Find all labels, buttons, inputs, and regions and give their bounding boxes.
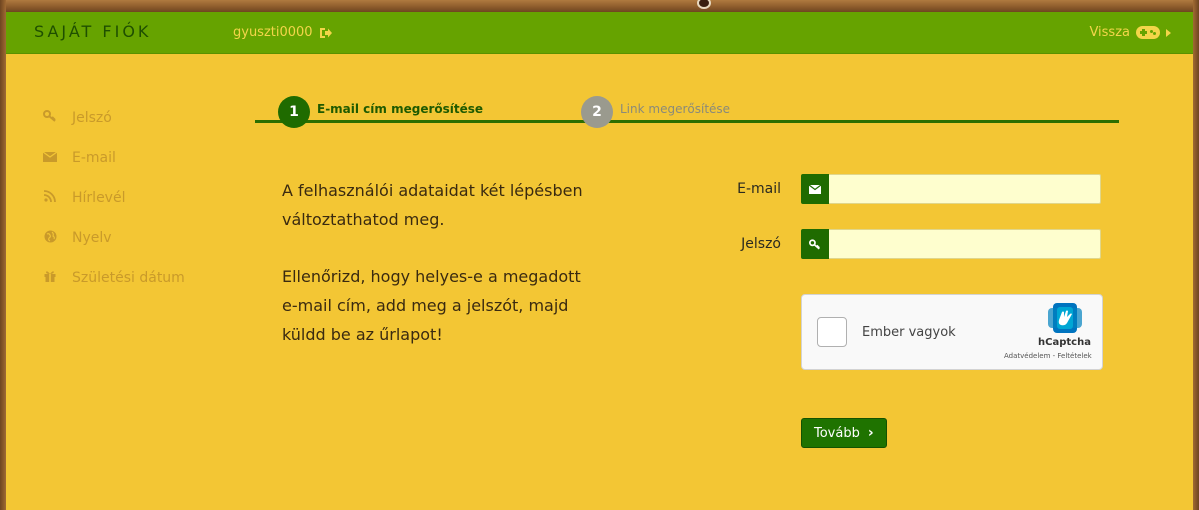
intro-paragraph: A felhasználói adataidat két lépésben vá… xyxy=(282,181,583,229)
step-number: 1 xyxy=(278,96,310,128)
sidebar-item-label: Hírlevél xyxy=(72,190,126,206)
password-label: Jelszó xyxy=(741,236,781,252)
hcaptcha-widget: Ember vagyok hCaptcha Adatvédelem - Felt… xyxy=(801,294,1103,370)
back-link[interactable]: Vissza xyxy=(1089,25,1171,40)
globe-icon xyxy=(42,230,58,247)
next-button[interactable]: Tovább › xyxy=(801,418,887,448)
email-row: E-mail xyxy=(711,174,1101,204)
sidebar-item-label: Jelszó xyxy=(72,110,112,126)
sidebar-item-email[interactable]: E-mail xyxy=(42,138,185,178)
intro-text: A felhasználói adataidat két lépésben vá… xyxy=(282,176,592,349)
user-link[interactable]: gyuszti0000 xyxy=(233,25,333,40)
step-2: 2 Link megerősítése xyxy=(581,96,730,128)
captcha-links[interactable]: Adatvédelem - Feltételek xyxy=(1004,352,1092,360)
sidebar-item-label: E-mail xyxy=(72,150,116,166)
sidebar-item-birthdate[interactable]: Születési dátum xyxy=(42,258,185,298)
envelope-icon xyxy=(801,174,829,204)
password-input-group xyxy=(801,229,1101,259)
key-icon xyxy=(801,229,829,259)
password-field[interactable] xyxy=(829,229,1101,259)
caret-right-icon xyxy=(1166,28,1171,37)
top-bar: SAJÁT FIÓK gyuszti0000 Vissza xyxy=(6,12,1193,54)
sidebar: Jelszó E-mail Hírlevél Nyelv Születési d… xyxy=(42,98,185,298)
captcha-brand: hCaptcha xyxy=(1038,337,1091,348)
gift-icon xyxy=(42,270,58,286)
envelope-icon xyxy=(42,150,58,166)
rss-icon xyxy=(42,190,58,206)
email-label: E-mail xyxy=(737,181,781,197)
email-input-group xyxy=(801,174,1101,204)
gamepad-icon xyxy=(1136,26,1160,39)
wood-frame-right xyxy=(1193,0,1199,510)
captcha-checkbox[interactable] xyxy=(817,317,847,347)
logout-icon[interactable] xyxy=(319,27,333,39)
username: gyuszti0000 xyxy=(233,25,313,40)
account-panel: SAJÁT FIÓK gyuszti0000 Vissza Jelszó E-m… xyxy=(6,12,1193,510)
next-button-label: Tovább xyxy=(814,425,860,441)
sidebar-item-label: Nyelv xyxy=(72,230,112,246)
step-1: 1 E-mail cím megerősítése xyxy=(278,96,483,128)
step-label: E-mail cím megerősítése xyxy=(317,102,484,116)
chevron-right-icon: › xyxy=(867,425,874,441)
hcaptcha-logo-icon xyxy=(1048,303,1082,333)
wood-frame-top xyxy=(0,0,1199,12)
step-indicator: 1 E-mail cím megerősítése 2 Link megerős… xyxy=(255,96,1119,128)
captcha-label: Ember vagyok xyxy=(862,325,956,340)
key-icon xyxy=(42,110,58,126)
intro-paragraph: Ellenőrizd, hogy helyes-e a megadott e-m… xyxy=(282,267,581,344)
password-row: Jelszó xyxy=(711,229,1101,259)
back-label: Vissza xyxy=(1089,25,1130,40)
sidebar-item-language[interactable]: Nyelv xyxy=(42,218,185,258)
sidebar-item-label: Születési dátum xyxy=(72,270,185,286)
step-number: 2 xyxy=(581,96,613,128)
sidebar-item-newsletter[interactable]: Hírlevél xyxy=(42,178,185,218)
email-field[interactable] xyxy=(829,174,1101,204)
page-title: SAJÁT FIÓK xyxy=(34,22,152,41)
sidebar-item-password[interactable]: Jelszó xyxy=(42,98,185,138)
step-label: Link megerősítése xyxy=(620,102,731,116)
